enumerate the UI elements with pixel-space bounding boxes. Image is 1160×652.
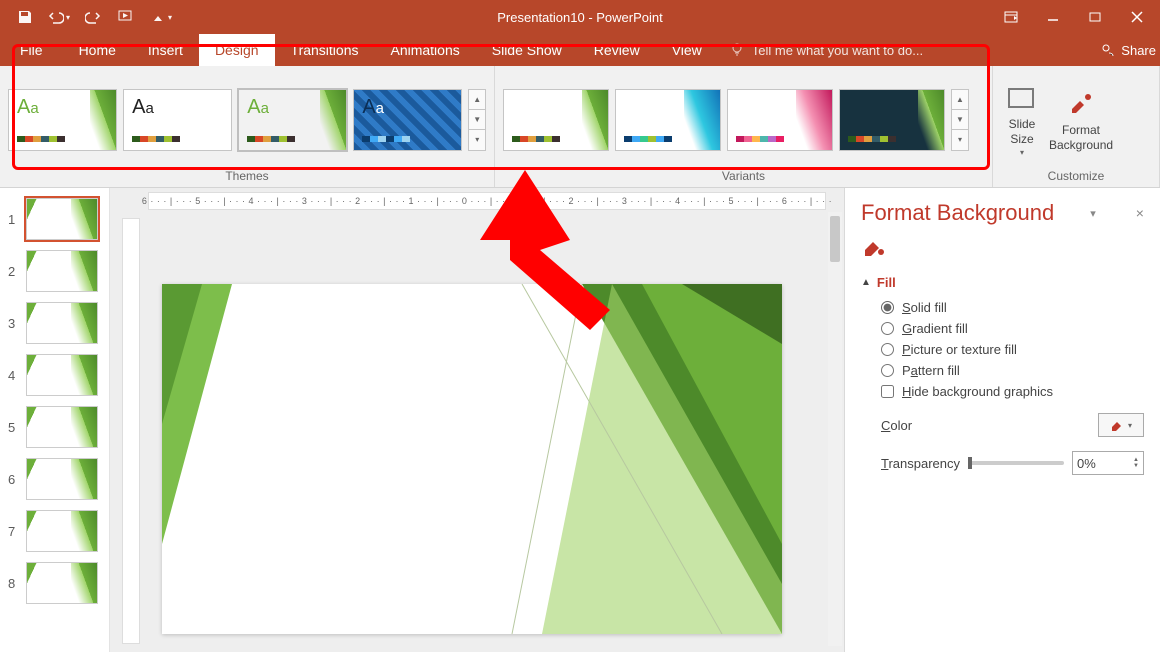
tab-view[interactable]: View	[656, 34, 718, 66]
group-label-themes: Themes	[0, 167, 494, 187]
transparency-slider[interactable]	[968, 461, 1064, 465]
radio-picture-fill[interactable]: Picture or texture fill	[881, 342, 1144, 357]
group-variants: ▲▼▾ Variants	[495, 66, 993, 187]
fill-section-header[interactable]: ▲Fill	[861, 275, 1144, 290]
format-background-button[interactable]: Format Background	[1049, 87, 1113, 152]
slide-editor: 6 · · · | · · · 5 · · · | · · · 4 · · · …	[110, 188, 844, 652]
redo-icon[interactable]	[76, 3, 110, 31]
lightbulb-icon	[730, 43, 744, 57]
variant-thumb-3[interactable]	[727, 89, 833, 151]
ribbon-design: Aa Aa Aa Aa ▲▼▾ Themes	[0, 66, 1160, 188]
pane-title: Format Background▾×	[861, 200, 1144, 226]
slide-thumbnails-panel: 1 2 3 4 5 6 7 8	[0, 188, 110, 652]
slide-thumb-6[interactable]: 6	[0, 456, 109, 508]
fill-bucket-icon[interactable]	[861, 234, 1144, 265]
theme-thumb-1[interactable]: Aa	[8, 89, 117, 151]
radio-gradient-fill[interactable]: Gradient fill	[881, 321, 1144, 336]
theme-thumb-4[interactable]: Aa	[353, 89, 462, 151]
slide-thumb-3[interactable]: 3	[0, 300, 109, 352]
format-background-icon	[1064, 87, 1098, 121]
group-customize: Slide Size ▾ Format Background Customize	[993, 66, 1160, 187]
share-icon	[1101, 43, 1115, 57]
slide-size-icon	[1005, 81, 1039, 115]
slide-thumb-5[interactable]: 5	[0, 404, 109, 456]
variant-thumb-4[interactable]	[839, 89, 945, 151]
pane-close-icon[interactable]: ×	[1136, 205, 1144, 221]
title-bar: ▾ ▾ Presentation10 - PowerPoint	[0, 0, 1160, 34]
vertical-ruler[interactable]	[122, 218, 140, 644]
vertical-scrollbar[interactable]	[828, 212, 842, 646]
window-title: Presentation10 - PowerPoint	[497, 10, 662, 25]
ribbon-tabs: File Home Insert Design Transitions Anim…	[0, 34, 1160, 66]
tab-design[interactable]: Design	[199, 34, 275, 66]
tab-review[interactable]: Review	[578, 34, 656, 66]
start-from-beginning-icon[interactable]	[110, 3, 144, 31]
radio-pattern-fill[interactable]: Pattern fill	[881, 363, 1144, 378]
slide-thumb-8[interactable]: 8	[0, 560, 109, 612]
undo-icon[interactable]: ▾	[42, 3, 76, 31]
theme-thumb-3-selected[interactable]: Aa	[238, 89, 347, 151]
variant-thumb-1[interactable]	[503, 89, 609, 151]
close-icon[interactable]	[1120, 3, 1154, 31]
tab-slideshow[interactable]: Slide Show	[476, 34, 578, 66]
slide-thumb-4[interactable]: 4	[0, 352, 109, 404]
horizontal-ruler[interactable]: 6 · · · | · · · 5 · · · | · · · 4 · · · …	[148, 192, 826, 210]
transparency-spinner[interactable]: 0% ▲▼	[1072, 451, 1144, 475]
checkbox-hide-bg-graphics[interactable]: Hide background graphics	[881, 384, 1144, 399]
tab-transitions[interactable]: Transitions	[275, 34, 375, 66]
group-themes: Aa Aa Aa Aa ▲▼▾ Themes	[0, 66, 495, 187]
slide-thumb-7[interactable]: 7	[0, 508, 109, 560]
tab-home[interactable]: Home	[63, 34, 132, 66]
group-label-customize: Customize	[993, 167, 1159, 187]
color-row: Color ▾	[881, 413, 1144, 437]
format-background-pane: Format Background▾× ▲Fill Solid fill Gra…	[844, 188, 1160, 652]
ribbon-display-options-icon[interactable]	[994, 3, 1028, 31]
variants-gallery-scroll[interactable]: ▲▼▾	[951, 89, 969, 151]
touch-mode-icon[interactable]: ▾	[144, 3, 178, 31]
save-icon[interactable]	[8, 3, 42, 31]
main-area: 1 2 3 4 5 6 7 8 6 · · · | · · · 5 · · · …	[0, 188, 1160, 652]
paint-bucket-icon	[1110, 418, 1124, 432]
tell-me-search[interactable]: Tell me what you want to do...	[730, 34, 923, 66]
slide-size-button[interactable]: Slide Size ▾	[1005, 81, 1039, 157]
slide-thumb-2[interactable]: 2	[0, 248, 109, 300]
maximize-icon[interactable]	[1078, 3, 1112, 31]
theme-thumb-2[interactable]: Aa	[123, 89, 232, 151]
minimize-icon[interactable]	[1036, 3, 1070, 31]
share-button[interactable]: Share	[1101, 34, 1156, 66]
radio-solid-fill[interactable]: Solid fill	[881, 300, 1144, 315]
quick-access-toolbar: ▾ ▾	[0, 3, 178, 31]
tab-insert[interactable]: Insert	[132, 34, 199, 66]
transparency-row: Transparency 0% ▲▼	[881, 451, 1144, 475]
slide-thumb-1[interactable]: 1	[0, 196, 109, 248]
group-label-variants: Variants	[495, 167, 992, 187]
tab-animations[interactable]: Animations	[374, 34, 475, 66]
slide-canvas[interactable]	[162, 284, 782, 634]
themes-gallery-scroll[interactable]: ▲▼▾	[468, 89, 486, 151]
variant-thumb-2[interactable]	[615, 89, 721, 151]
pane-menu-icon[interactable]: ▾	[1090, 207, 1096, 220]
tab-file[interactable]: File	[0, 34, 63, 66]
color-picker-button[interactable]: ▾	[1098, 413, 1144, 437]
